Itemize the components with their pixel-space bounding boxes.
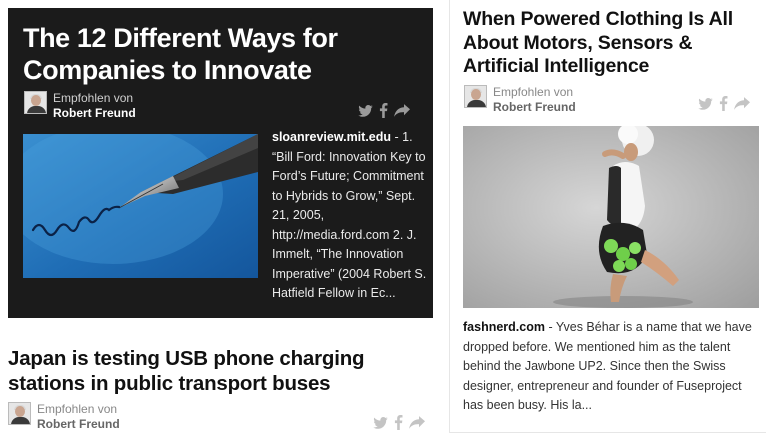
article-title[interactable]: Japan is testing USB phone charging stat… [8, 346, 428, 396]
article-excerpt-text: - 1. “Bill Ford: Innovation Key to Ford’… [272, 130, 427, 300]
avatar[interactable] [24, 91, 47, 114]
share-arrow-icon[interactable] [734, 97, 750, 110]
share-arrow-icon[interactable] [409, 416, 425, 429]
facebook-icon[interactable] [379, 103, 388, 118]
twitter-icon[interactable] [698, 97, 713, 110]
avatar[interactable] [464, 85, 487, 108]
article-card-usb-charging[interactable]: Japan is testing USB phone charging stat… [8, 346, 433, 433]
article-title[interactable]: The 12 Different Ways for Companies to I… [23, 22, 423, 86]
article-card-innovate[interactable]: The 12 Different Ways for Companies to I… [8, 8, 433, 318]
article-image-powered-clothing[interactable] [463, 126, 759, 308]
article-excerpt: fashnerd.com - Yves Béhar is a name that… [463, 318, 759, 416]
article-source[interactable]: fashnerd.com [463, 320, 545, 334]
recommended-by: Empfohlen von Robert Freund [8, 402, 120, 432]
recommender-name[interactable]: Robert Freund [493, 100, 576, 115]
facebook-icon[interactable] [394, 415, 403, 430]
recommender-name[interactable]: Robert Freund [37, 417, 120, 432]
share-arrow-icon[interactable] [394, 104, 410, 117]
twitter-icon[interactable] [373, 416, 388, 429]
recommended-label: Empfohlen von [493, 85, 574, 99]
recommender-name[interactable]: Robert Freund [53, 106, 136, 121]
article-title[interactable]: When Powered Clothing Is All About Motor… [463, 8, 763, 79]
avatar[interactable] [8, 402, 31, 425]
twitter-icon[interactable] [358, 104, 373, 117]
recommended-label: Empfohlen von [53, 91, 134, 105]
recommended-label: Empfohlen von [37, 402, 118, 416]
recommended-by: Empfohlen von Robert Freund [464, 85, 576, 115]
article-excerpt: sloanreview.mit.edu - 1. “Bill Ford: Inn… [272, 128, 427, 304]
share-actions [358, 103, 410, 118]
share-actions [373, 415, 425, 430]
facebook-icon[interactable] [719, 96, 728, 111]
article-card-powered-clothing[interactable]: When Powered Clothing Is All About Motor… [449, 0, 766, 433]
article-source[interactable]: sloanreview.mit.edu [272, 130, 391, 144]
share-actions [698, 96, 750, 111]
recommended-by: Empfohlen von Robert Freund [24, 91, 136, 121]
article-image-fountain-pen[interactable] [23, 134, 258, 278]
